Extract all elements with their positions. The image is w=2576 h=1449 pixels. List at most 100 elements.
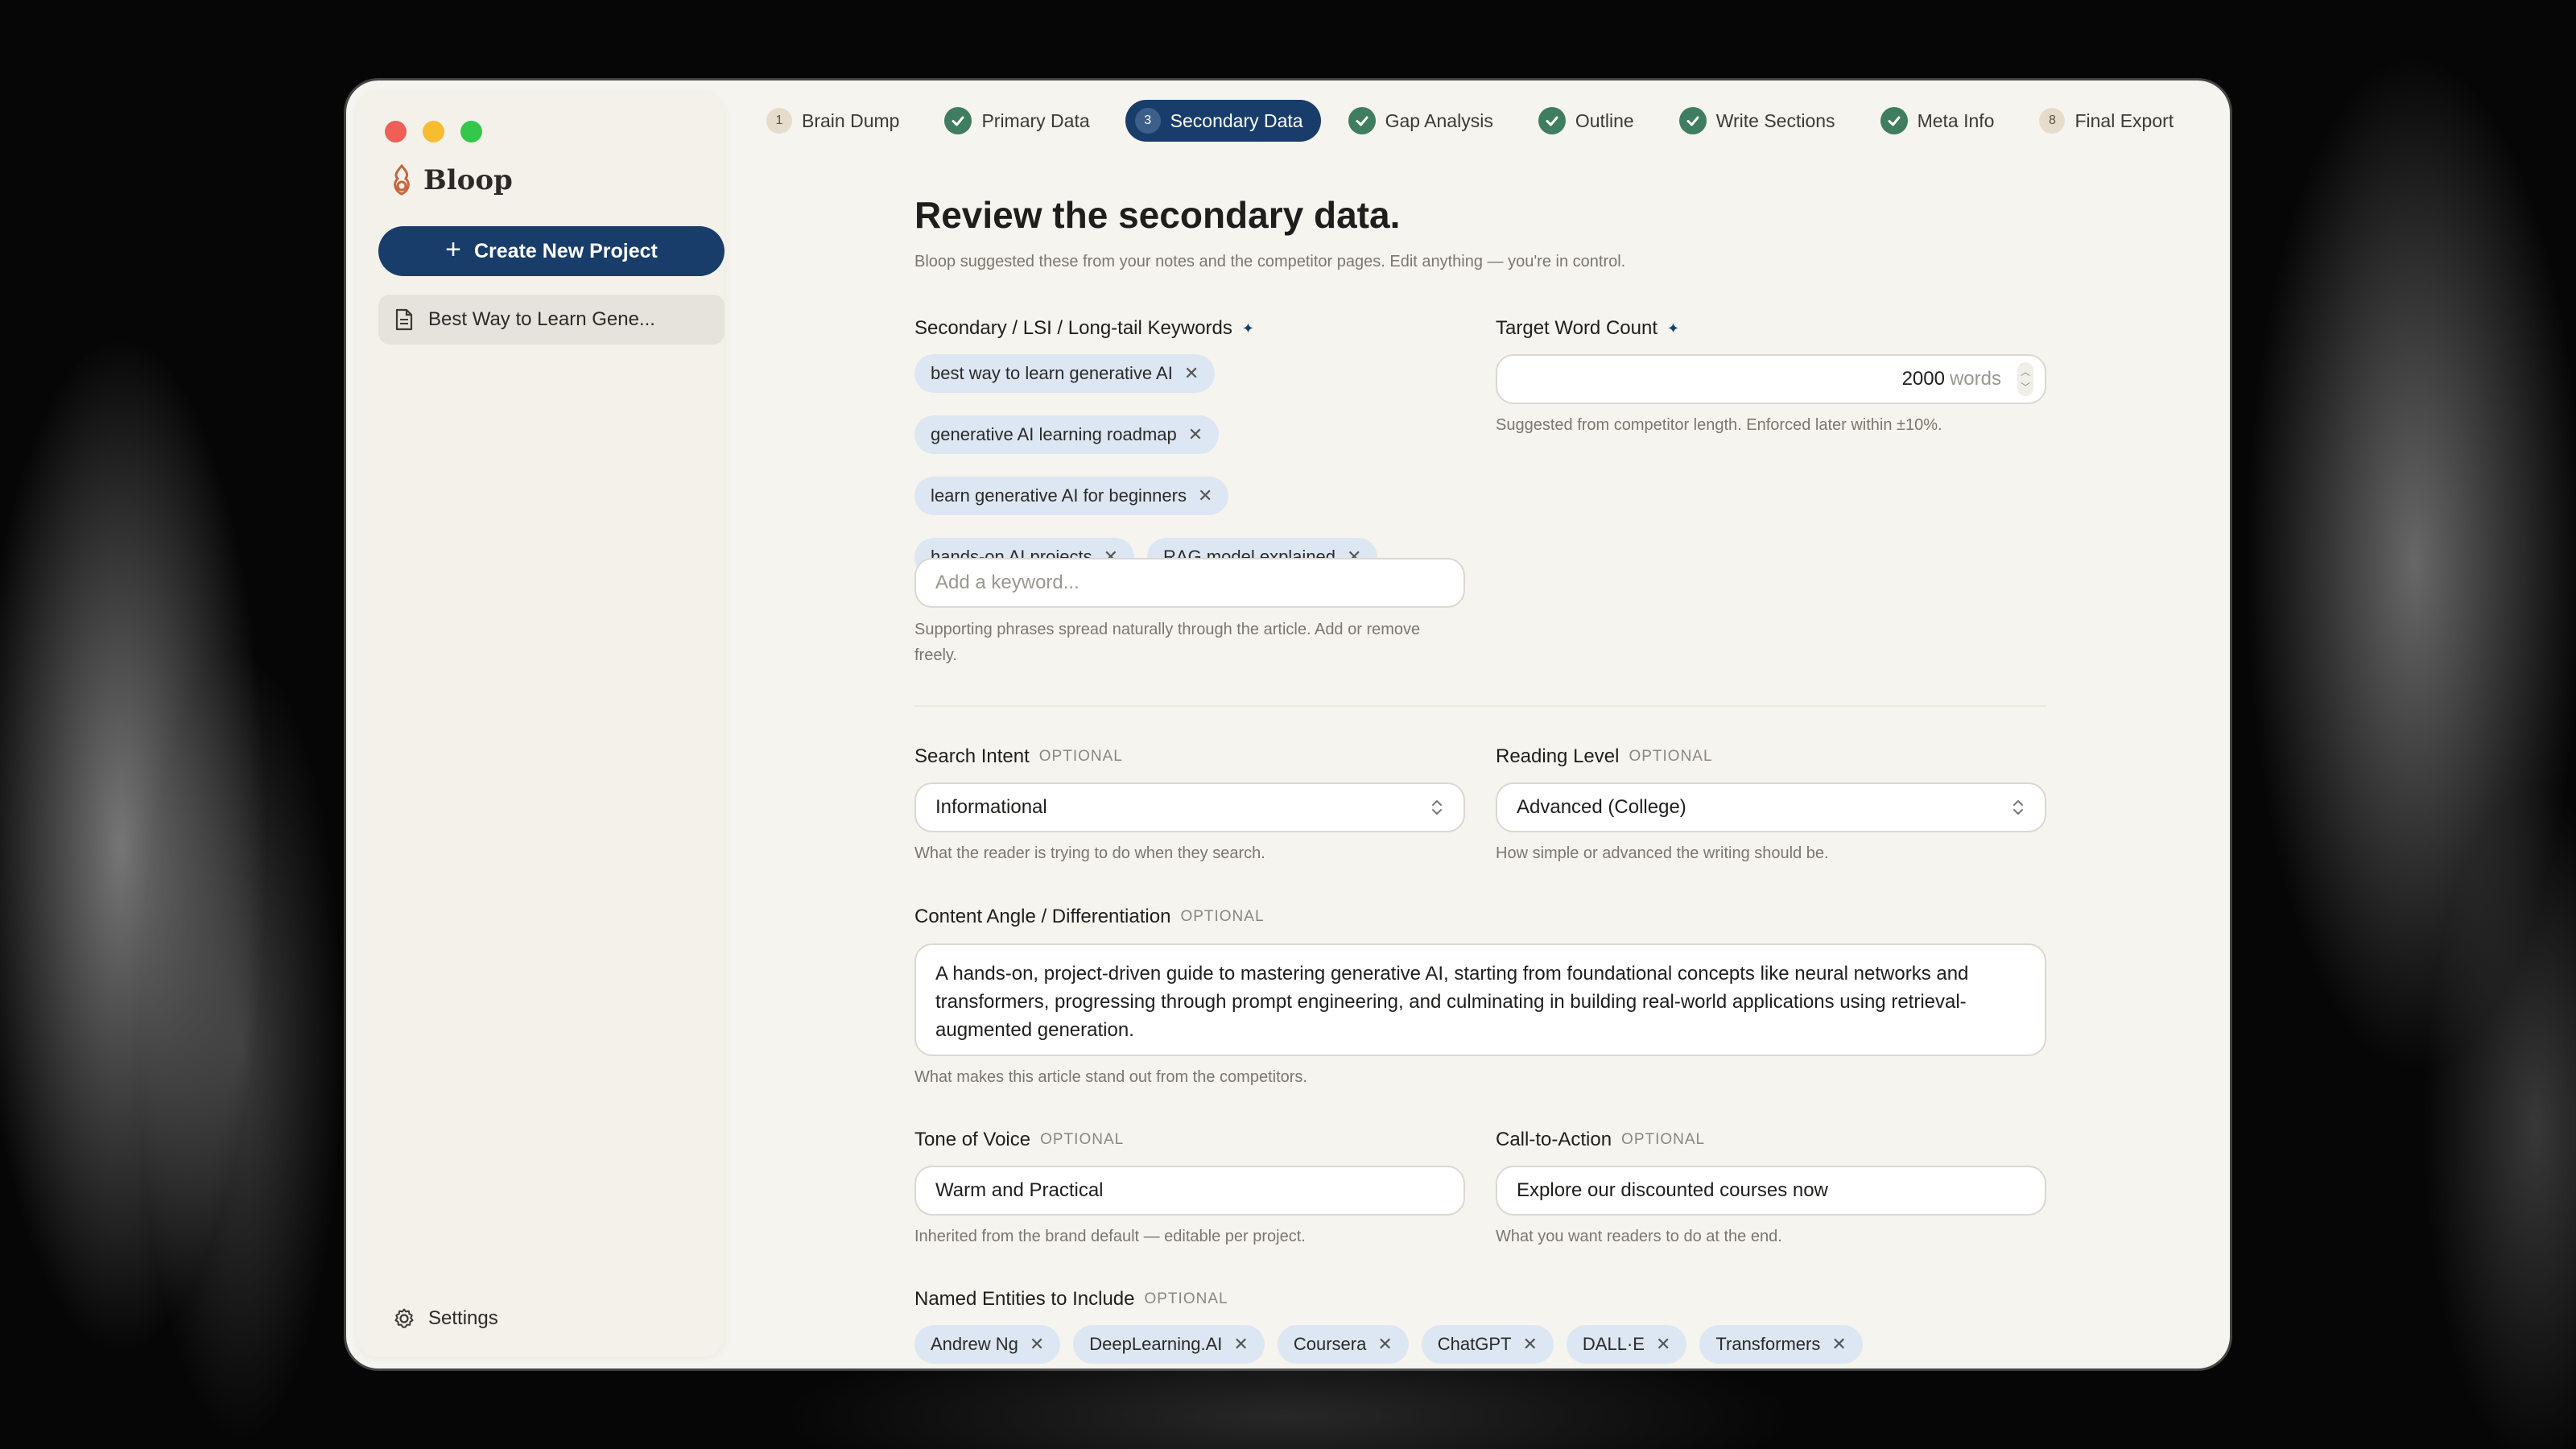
chip-label: Transformers	[1715, 1334, 1821, 1354]
step-outline[interactable]: Outline	[1529, 100, 1652, 142]
chip-label: DALL·E	[1582, 1334, 1645, 1354]
step-number-badge: 8	[2039, 108, 2066, 134]
reading-level-label: Reading Level OPTIONAL	[1496, 745, 1713, 768]
step-label: Outline	[1575, 109, 1634, 131]
sparkle-icon: ✦	[1241, 320, 1254, 336]
content-angle-label: Content Angle / Differentiation OPTIONAL	[914, 906, 1265, 928]
chip-label: learn generative AI for beginners	[931, 485, 1187, 506]
reading-level-select[interactable]: Advanced (College)	[1496, 782, 2046, 832]
entity-chip: Andrew Ng ✕	[914, 1325, 1061, 1364]
chevron-updown-icon	[1432, 800, 1442, 815]
optional-tag: OPTIONAL	[1180, 908, 1265, 925]
content-angle-label-text: Content Angle / Differentiation	[914, 906, 1171, 927]
chip-label: DeepLearning.AI	[1089, 1334, 1223, 1354]
close-icon[interactable]: ✕	[1656, 1334, 1670, 1355]
close-icon[interactable]: ✕	[1184, 363, 1199, 384]
step-number-badge: 3	[1134, 108, 1161, 134]
close-icon[interactable]: ✕	[1233, 1334, 1248, 1355]
close-icon[interactable]: ✕	[1831, 1334, 1846, 1355]
step-number-badge: 1	[766, 108, 792, 134]
check-circle-icon	[1678, 107, 1707, 134]
search-intent-help: What the reader is trying to do when the…	[914, 844, 1265, 862]
keyword-chip: learn generative AI for beginners ✕	[914, 477, 1229, 515]
search-intent-label-text: Search Intent	[914, 745, 1030, 767]
word-count-unit: words	[1949, 368, 2001, 390]
tone-label-text: Tone of Voice	[914, 1129, 1031, 1150]
step-label: Secondary Data	[1170, 109, 1303, 131]
word-count-value: 2000	[1901, 368, 1945, 390]
sparkle-icon: ✦	[1667, 320, 1680, 336]
keyword-chip: best way to learn generative AI ✕	[914, 354, 1216, 393]
search-intent-label: Search Intent OPTIONAL	[914, 745, 1123, 768]
entities-label: Named Entities to Include OPTIONAL	[914, 1288, 1228, 1311]
step-label: Brain Dump	[802, 109, 900, 131]
chevron-down-icon: ﹀	[2020, 382, 2030, 393]
keywords-help: Supporting phrases spread naturally thro…	[914, 621, 1421, 664]
optional-tag: OPTIONAL	[1038, 748, 1123, 765]
reading-level-help: How simple or advanced the writing shoul…	[1496, 844, 1829, 862]
entity-chip: ChatGPT ✕	[1421, 1325, 1554, 1364]
main-content: 1 Brain Dump Primary Data 3 Secondary Da…	[346, 80, 2230, 1368]
step-label: Meta Info	[1917, 109, 1995, 131]
keyword-chips: best way to learn generative AI ✕ generat…	[914, 354, 1478, 576]
entity-chip: Coursera ✕	[1277, 1325, 1409, 1364]
chevron-up-icon: ︿	[2020, 366, 2030, 378]
chip-label: Coursera	[1293, 1334, 1367, 1354]
chip-label: ChatGPT	[1437, 1334, 1512, 1354]
step-primary-data[interactable]: Primary Data	[935, 100, 1107, 142]
keyword-chip: generative AI learning roadmap ✕	[914, 415, 1220, 454]
reading-level-label-text: Reading Level	[1496, 745, 1620, 767]
search-intent-value: Informational	[935, 796, 1047, 818]
tone-label: Tone of Voice OPTIONAL	[914, 1129, 1124, 1151]
page-subtitle: Bloop suggested these from your notes an…	[914, 253, 1626, 270]
step-brain-dump[interactable]: 1 Brain Dump	[757, 100, 917, 142]
close-icon[interactable]: ✕	[1198, 485, 1212, 506]
word-count-label: Target Word Count ✦	[1496, 317, 1679, 340]
search-intent-select[interactable]: Informational	[914, 782, 1465, 832]
cta-label: Call-to-Action OPTIONAL	[1496, 1129, 1705, 1151]
optional-tag: OPTIONAL	[1040, 1131, 1125, 1148]
check-circle-icon	[1348, 107, 1376, 134]
check-circle-icon	[1538, 107, 1566, 134]
chip-label: Andrew Ng	[931, 1334, 1018, 1354]
step-final-export[interactable]: 8 Final Export	[2029, 100, 2191, 142]
section-divider	[914, 705, 2046, 707]
entity-chip: DALL·E ✕	[1566, 1325, 1687, 1364]
step-label: Write Sections	[1715, 109, 1835, 131]
cta-help: What you want readers to do at the end.	[1496, 1228, 1782, 1245]
keywords-label: Secondary / LSI / Long-tail Keywords ✦	[914, 317, 1254, 340]
cta-input[interactable]: Explore our discounted courses now	[1496, 1166, 2046, 1216]
entities-label-text: Named Entities to Include	[914, 1288, 1135, 1310]
page-title: Review the secondary data.	[914, 194, 1401, 236]
word-count-input[interactable]: 2000 words ︿ ﹀	[1496, 354, 2046, 404]
tone-help: Inherited from the brand default — edita…	[914, 1228, 1306, 1245]
step-write-sections[interactable]: Write Sections	[1670, 100, 1853, 142]
cta-label-text: Call-to-Action	[1496, 1129, 1612, 1150]
step-gap-analysis[interactable]: Gap Analysis	[1339, 100, 1511, 142]
optional-tag: OPTIONAL	[1621, 1131, 1706, 1148]
optional-tag: OPTIONAL	[1144, 1290, 1228, 1307]
close-icon[interactable]: ✕	[1030, 1334, 1044, 1355]
step-label: Primary Data	[981, 109, 1090, 131]
close-icon[interactable]: ✕	[1377, 1334, 1392, 1355]
step-label: Gap Analysis	[1385, 109, 1493, 131]
entity-chip: DeepLearning.AI ✕	[1073, 1325, 1265, 1364]
entity-chip: Transformers ✕	[1699, 1325, 1863, 1364]
add-keyword-input[interactable]: Add a keyword...	[914, 558, 1465, 608]
content-angle-textarea[interactable]: A hands-on, project-driven guide to mast…	[914, 943, 2046, 1056]
content-angle-help: What makes this article stand out from t…	[914, 1068, 1307, 1086]
workflow-stepper: 1 Brain Dump Primary Data 3 Secondary Da…	[757, 100, 2191, 142]
step-secondary-data[interactable]: 3 Secondary Data	[1125, 100, 1321, 142]
tone-input[interactable]: Warm and Practical	[914, 1166, 1465, 1216]
step-meta-info[interactable]: Meta Info	[1871, 100, 2013, 142]
close-icon[interactable]: ✕	[1188, 424, 1203, 445]
word-count-help: Suggested from competitor length. Enforc…	[1496, 416, 1942, 434]
check-circle-icon	[1880, 107, 1908, 134]
chevron-updown-icon	[2013, 800, 2023, 815]
keywords-label-text: Secondary / LSI / Long-tail Keywords	[914, 317, 1232, 339]
word-count-label-text: Target Word Count	[1496, 317, 1657, 339]
chip-label: best way to learn generative AI	[931, 363, 1173, 383]
step-label: Final Export	[2074, 109, 2174, 131]
number-spinner[interactable]: ︿ ﹀	[2017, 362, 2033, 396]
close-icon[interactable]: ✕	[1522, 1334, 1537, 1355]
